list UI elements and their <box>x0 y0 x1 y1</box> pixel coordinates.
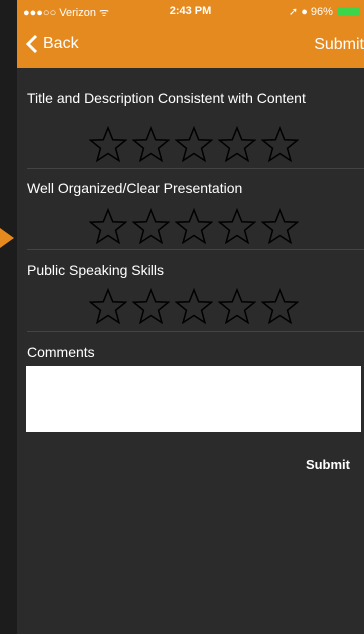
star-icon[interactable] <box>89 288 127 324</box>
nav-submit-button[interactable]: Submit <box>314 36 364 54</box>
status-right: ➚ ● 96% <box>289 5 360 18</box>
phone-screen: ●●●○○ Verizon ᯤ 2:43 PM ➚ ● 96% Back Sub… <box>17 0 364 634</box>
star-icon[interactable] <box>218 208 256 244</box>
back-button[interactable]: Back <box>25 35 79 53</box>
star-rating-3[interactable] <box>89 288 304 324</box>
question-label-3: Public Speaking Skills <box>27 262 164 278</box>
star-icon[interactable] <box>261 126 299 162</box>
navigation-bar: Back Submit <box>17 22 364 68</box>
divider <box>27 249 364 250</box>
star-icon[interactable] <box>132 288 170 324</box>
star-icon[interactable] <box>89 208 127 244</box>
chevron-left-icon <box>25 35 38 53</box>
question-label-2: Well Organized/Clear Presentation <box>27 180 243 196</box>
question-label-1: Title and Description Consistent with Co… <box>27 90 306 106</box>
star-icon[interactable] <box>175 288 213 324</box>
star-rating-2[interactable] <box>89 208 304 244</box>
star-rating-1[interactable] <box>89 126 304 162</box>
star-icon[interactable] <box>218 126 256 162</box>
star-icon[interactable] <box>89 126 127 162</box>
star-icon[interactable] <box>261 288 299 324</box>
comments-label: Comments <box>27 344 95 360</box>
star-icon[interactable] <box>218 288 256 324</box>
left-gutter <box>0 0 17 634</box>
divider <box>27 331 364 332</box>
star-icon[interactable] <box>175 208 213 244</box>
battery-icon <box>338 7 360 16</box>
back-label: Back <box>43 35 79 52</box>
status-bar: ●●●○○ Verizon ᯤ 2:43 PM ➚ ● 96% <box>17 0 364 22</box>
star-icon[interactable] <box>261 208 299 244</box>
comments-input[interactable] <box>26 366 361 432</box>
divider <box>27 168 364 169</box>
alarm-icon: ● <box>301 6 308 18</box>
star-icon[interactable] <box>132 126 170 162</box>
location-icon: ➚ <box>288 6 299 18</box>
battery-percent: 96% <box>310 6 333 18</box>
pointer-arrow-icon <box>0 228 14 248</box>
star-icon[interactable] <box>175 126 213 162</box>
star-icon[interactable] <box>132 208 170 244</box>
submit-button[interactable]: Submit <box>306 457 350 472</box>
